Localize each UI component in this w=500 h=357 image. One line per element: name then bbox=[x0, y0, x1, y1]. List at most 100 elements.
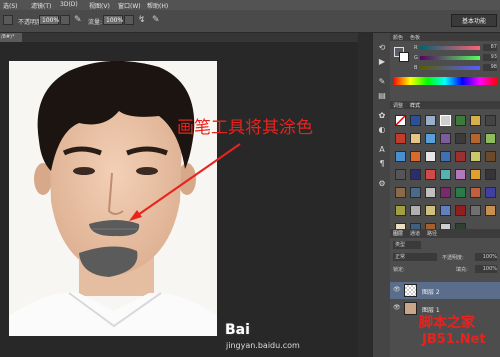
style-swatch[interactable] bbox=[395, 187, 406, 198]
style-swatch[interactable] bbox=[440, 169, 451, 180]
style-swatch[interactable] bbox=[425, 133, 436, 144]
menu-item-view[interactable]: 视图(V) bbox=[89, 1, 110, 10]
flow-label: 流量: bbox=[88, 19, 103, 26]
document-tab[interactable]: /8#)* bbox=[0, 33, 22, 42]
style-swatch[interactable] bbox=[485, 115, 496, 126]
brush-icon[interactable]: ✎ bbox=[377, 77, 387, 87]
brush-preset-button[interactable] bbox=[3, 15, 13, 25]
menu-item-help[interactable]: 帮助(H) bbox=[147, 1, 168, 10]
style-swatch[interactable] bbox=[485, 169, 496, 180]
g-value[interactable]: 93 bbox=[483, 54, 497, 61]
clone-source-icon[interactable]: ✿ bbox=[377, 111, 387, 121]
menu-item-select[interactable]: 选(S) bbox=[3, 1, 18, 10]
style-swatch[interactable] bbox=[440, 187, 451, 198]
style-swatch[interactable] bbox=[485, 187, 496, 198]
style-swatch[interactable] bbox=[455, 115, 466, 126]
style-swatch[interactable] bbox=[485, 205, 496, 216]
style-swatch[interactable] bbox=[425, 187, 436, 198]
style-swatch[interactable] bbox=[410, 205, 421, 216]
tab-channels[interactable]: 通道 bbox=[410, 230, 420, 237]
brush-presets-icon[interactable]: ▤ bbox=[377, 91, 387, 101]
tab-paths[interactable]: 路径 bbox=[427, 230, 437, 237]
layer-row[interactable]: 👁 图层 2 bbox=[390, 282, 500, 299]
style-swatch[interactable] bbox=[470, 133, 481, 144]
adjust-icon[interactable]: ◐ bbox=[377, 125, 387, 135]
menu-bar: 选(S) 滤镜(T) 3D(D) 视图(V) 窗口(W) 帮助(H) bbox=[0, 0, 500, 10]
menu-item-filter[interactable]: 滤镜(T) bbox=[31, 1, 51, 10]
style-swatch[interactable] bbox=[395, 169, 406, 180]
style-swatch[interactable] bbox=[485, 133, 496, 144]
visibility-eye-icon[interactable]: 👁 bbox=[393, 286, 401, 294]
flow-dropdown-button[interactable] bbox=[124, 15, 134, 25]
tab-adjustments[interactable]: 调整 bbox=[393, 102, 403, 109]
style-swatch[interactable] bbox=[470, 187, 481, 198]
style-swatch[interactable] bbox=[395, 205, 406, 216]
opacity-field[interactable]: 100% bbox=[39, 15, 59, 25]
actions-icon[interactable]: ▶ bbox=[377, 57, 387, 67]
color-spectrum-bar[interactable] bbox=[393, 77, 497, 85]
style-swatch[interactable] bbox=[470, 151, 481, 162]
style-swatch[interactable] bbox=[485, 151, 496, 162]
color-panel-tabs: 颜色 色板 bbox=[390, 33, 500, 41]
style-swatch[interactable] bbox=[440, 151, 451, 162]
jingyan-watermark: jingyan.baidu.com bbox=[226, 341, 300, 350]
style-swatch[interactable] bbox=[410, 115, 421, 126]
style-swatch[interactable] bbox=[425, 169, 436, 180]
style-swatch[interactable] bbox=[425, 151, 436, 162]
pressure-opacity-icon[interactable]: ✎ bbox=[74, 15, 82, 25]
r-slider[interactable] bbox=[420, 46, 480, 50]
layer-opacity-field[interactable]: 100% bbox=[475, 253, 497, 261]
style-swatch[interactable] bbox=[395, 133, 406, 144]
style-swatch[interactable] bbox=[455, 133, 466, 144]
blend-mode-select[interactable]: 正常 bbox=[393, 253, 437, 261]
g-slider[interactable] bbox=[420, 56, 480, 60]
style-swatch[interactable] bbox=[425, 115, 436, 126]
tab-swatches[interactable]: 色板 bbox=[410, 34, 420, 41]
fill-field[interactable]: 100% bbox=[475, 265, 497, 273]
background-color-swatch[interactable] bbox=[399, 52, 409, 62]
style-swatch[interactable] bbox=[395, 115, 406, 126]
style-swatch[interactable] bbox=[440, 205, 451, 216]
style-swatch[interactable] bbox=[455, 205, 466, 216]
r-value[interactable]: 87 bbox=[483, 44, 497, 51]
style-swatch[interactable] bbox=[455, 151, 466, 162]
style-swatch[interactable] bbox=[440, 115, 451, 126]
annotation-arrow bbox=[129, 143, 241, 221]
menu-item-3d[interactable]: 3D(D) bbox=[60, 1, 78, 8]
style-swatch[interactable] bbox=[410, 187, 421, 198]
workspace-button[interactable]: 基本功能 bbox=[451, 14, 497, 27]
visibility-eye-icon[interactable]: 👁 bbox=[393, 304, 401, 312]
layer-kind-filter[interactable]: 类型 bbox=[393, 241, 421, 249]
style-swatch[interactable] bbox=[455, 169, 466, 180]
menu-item-window[interactable]: 窗口(W) bbox=[118, 1, 141, 10]
tab-styles[interactable]: 样式 bbox=[410, 102, 420, 109]
history-icon[interactable]: ⟲ bbox=[377, 43, 387, 53]
style-swatch[interactable] bbox=[410, 133, 421, 144]
paragraph-icon[interactable]: ¶ bbox=[377, 159, 387, 169]
style-swatch[interactable] bbox=[470, 169, 481, 180]
style-swatch[interactable] bbox=[470, 115, 481, 126]
tab-layers[interactable]: 图层 bbox=[393, 230, 403, 237]
style-swatch[interactable] bbox=[395, 151, 406, 162]
style-swatch[interactable] bbox=[410, 169, 421, 180]
flow-field[interactable]: 100% bbox=[103, 15, 123, 25]
tab-color[interactable]: 颜色 bbox=[393, 34, 403, 41]
b-value[interactable]: 98 bbox=[483, 64, 497, 71]
style-swatch[interactable] bbox=[455, 187, 466, 198]
b-slider[interactable] bbox=[420, 66, 480, 70]
airbrush-icon[interactable]: ↯ bbox=[138, 15, 146, 25]
b-label: B bbox=[414, 65, 418, 71]
style-swatch[interactable] bbox=[440, 133, 451, 144]
layer-name[interactable]: 图层 2 bbox=[422, 287, 440, 296]
site-cn-watermark: 脚本之家 bbox=[419, 315, 475, 331]
baidu-watermark: Bai bbox=[225, 322, 250, 338]
opacity-dropdown-button[interactable] bbox=[60, 15, 70, 25]
pressure-size-icon[interactable]: ✎ bbox=[152, 15, 160, 25]
style-swatch[interactable] bbox=[410, 151, 421, 162]
style-swatch[interactable] bbox=[470, 205, 481, 216]
character-icon[interactable]: A bbox=[377, 145, 387, 155]
document-tab-bar: /8#)* bbox=[0, 33, 358, 42]
style-swatch[interactable] bbox=[425, 205, 436, 216]
tool-presets-icon[interactable]: ⚙ bbox=[377, 179, 387, 189]
layer-thumbnail bbox=[404, 302, 417, 315]
